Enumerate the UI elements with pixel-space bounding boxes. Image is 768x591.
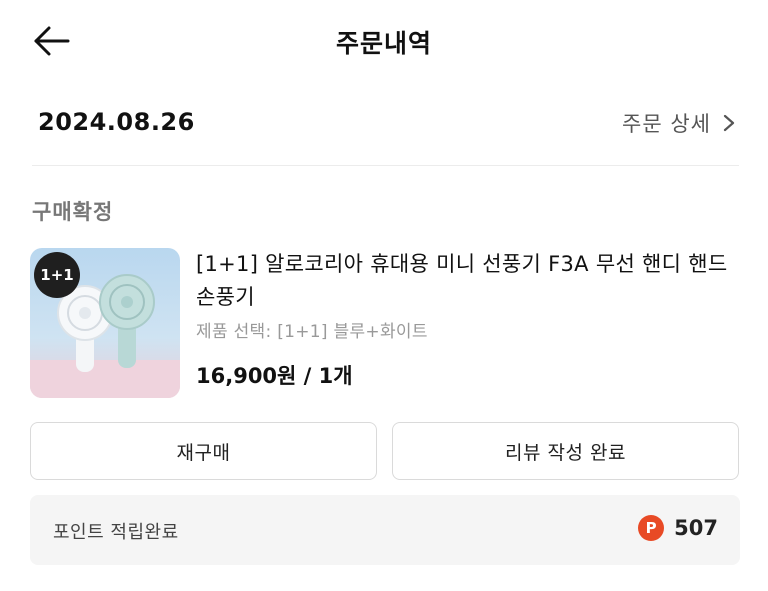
product-info: [1+1] 알로코리아 휴대용 미니 선풍기 F3A 무선 핸디 핸드 손풍기 … <box>196 248 740 390</box>
divider <box>32 165 739 166</box>
chevron-right-icon <box>723 114 735 132</box>
order-summary-row: 2024.08.26 주문 상세 <box>32 100 739 150</box>
order-status: 구매확정 <box>32 200 114 224</box>
points-panel: 포인트 적립완료 P 507 <box>30 495 740 565</box>
header: 주문내역 <box>0 0 768 86</box>
points-value: 507 <box>674 516 718 540</box>
point-coin-icon: P <box>638 515 665 541</box>
review-complete-button[interactable]: 리뷰 작성 완료 <box>392 422 739 480</box>
order-detail-link[interactable]: 주문 상세 <box>622 108 739 138</box>
page-title: 주문내역 <box>335 29 432 58</box>
order-detail-label: 주문 상세 <box>622 112 711 136</box>
product-thumbnail[interactable]: 1+1 <box>30 248 180 398</box>
product-price: 16,900원 / 1개 <box>196 364 353 388</box>
points-amount: P 507 <box>638 515 718 541</box>
product-option: 제품 선택: [1+1] 블루+화이트 <box>196 322 428 342</box>
points-label: 포인트 적립완료 <box>53 522 179 543</box>
product-name[interactable]: [1+1] 알로코리아 휴대용 미니 선풍기 F3A 무선 핸디 핸드 손풍기 <box>196 248 740 314</box>
bundle-badge: 1+1 <box>34 252 80 298</box>
product-item[interactable]: 1+1 [1+1] 알로코리아 휴대용 미니 선풍기 F3A 무선 핸디 핸드 … <box>30 248 740 400</box>
rebuy-button[interactable]: 재구매 <box>30 422 377 480</box>
order-date: 2024.08.26 <box>38 108 195 136</box>
